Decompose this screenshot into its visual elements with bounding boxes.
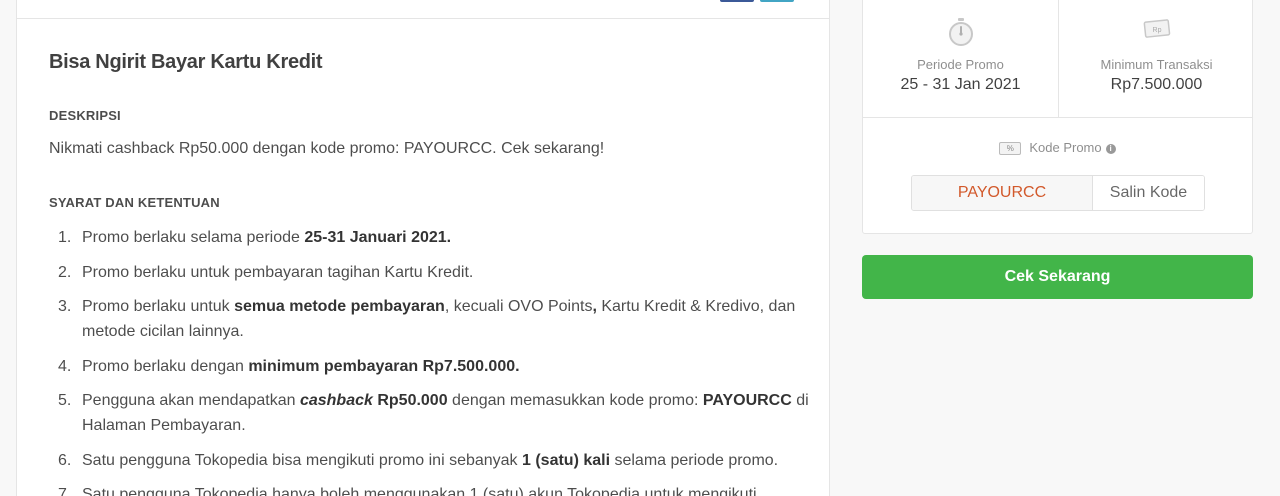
terms-item-number: 4.	[58, 357, 72, 375]
terms-list-item: 4. Promo berlaku dengan minimum pembayara…	[49, 354, 809, 379]
money-icon: Rp	[1143, 17, 1171, 46]
twitter-share-icon[interactable]	[760, 0, 794, 2]
terms-item-text: Promo berlaku untuk	[82, 298, 235, 315]
terms-item-text: selama periode promo.	[610, 451, 779, 469]
info-icon[interactable]: i	[1105, 143, 1116, 154]
terms-item-text: Satu pengguna Tokopedia bisa mengikuti p…	[82, 451, 522, 469]
terms-item-text: 1 (satu) kali	[522, 451, 611, 469]
terms-item-text: Promo berlaku dengan	[82, 357, 249, 375]
info-row: Periode Promo 25 - 31 Jan 2021 Rp Minimu…	[863, 0, 1252, 118]
terms-list-item: 1. Promo berlaku selama periode 25-31 Jan…	[49, 225, 809, 250]
period-value: 25 - 31 Jan 2021	[900, 76, 1021, 93]
terms-list-item: 2. Promo berlaku untuk pembayaran tagihan…	[49, 260, 809, 285]
terms-item-text: Satu pengguna Tokopedia hanya boleh meng…	[82, 486, 757, 496]
period-section: Periode Promo 25 - 31 Jan 2021	[863, 0, 1058, 118]
description-text: Nikmati cashback Rp50.000 dengan kode pr…	[49, 140, 605, 157]
promo-info-card: Periode Promo 25 - 31 Jan 2021 Rp Minimu…	[862, 0, 1253, 234]
min-transaction-label: Minimum Transaksi	[1100, 57, 1213, 72]
terms-list-item: 6. Satu pengguna Tokopedia bisa mengikuti…	[49, 448, 809, 473]
stopwatch-icon	[948, 17, 974, 52]
terms-item-number: 3.	[58, 298, 72, 315]
description-label: DESKRIPSI	[49, 108, 121, 123]
terms-item-text: Rp50.000	[372, 392, 448, 409]
min-transaction-value: Rp7.500.000	[1110, 76, 1203, 93]
check-now-button[interactable]: Cek Sekarang	[862, 255, 1253, 299]
money-icon-text: Rp	[1152, 27, 1161, 34]
terms-item-text: , kecuali OVO Points	[444, 298, 593, 315]
terms-list: 1. Promo berlaku selama periode 25-31 Jan…	[49, 225, 809, 496]
copy-code-button[interactable]: Salin Kode	[1093, 176, 1204, 210]
terms-item-number: 6.	[58, 451, 72, 469]
period-label: Periode Promo	[917, 57, 1004, 72]
facebook-share-icon[interactable]	[720, 0, 754, 2]
terms-list-item: 3. Promo berlaku untuk semua metode pemba…	[49, 294, 809, 344]
terms-item-number: 5.	[58, 392, 72, 409]
terms-list-item: 5. Pengguna akan mendapatkan cashback Rp5…	[49, 388, 809, 438]
terms-item-number: 7.	[58, 486, 72, 496]
terms-item-text: Promo berlaku untuk pembayaran tagihan K…	[82, 263, 474, 281]
terms-item-text: 25-31 Januari 2021.	[304, 229, 452, 246]
terms-item-text: Pengguna akan mendapatkan	[82, 392, 300, 409]
percent-icon: %	[999, 142, 1022, 156]
promo-code-box: PAYOURCC Salin Kode	[911, 175, 1205, 211]
terms-item-number: 2.	[58, 263, 72, 281]
terms-item-number: 1.	[58, 229, 72, 246]
terms-item-text: semua metode pembayaran	[234, 298, 445, 315]
promo-code-label-row: % Kode Promo i	[863, 140, 1252, 156]
terms-item-text: dengan memasukkan kode promo:	[447, 392, 703, 409]
promo-code-value: PAYOURCC	[912, 176, 1093, 210]
min-transaction-section: Rp Minimum Transaksi Rp7.500.000	[1059, 0, 1254, 118]
promo-detail-card: Bisa Ngirit Bayar Kartu Kredit DESKRIPSI…	[16, 0, 830, 496]
promo-title: Bisa Ngirit Bayar Kartu Kredit	[49, 51, 323, 73]
share-strip	[17, 0, 829, 19]
terms-list-item: 7. Satu pengguna Tokopedia hanya boleh me…	[49, 482, 809, 496]
terms-item-text: Promo berlaku selama periode	[82, 229, 305, 246]
terms-item-text: PAYOURCC	[702, 392, 792, 409]
terms-item-text: cashback	[299, 392, 373, 409]
promo-code-label: Kode Promo	[1029, 140, 1102, 155]
terms-item-text: minimum pembayaran Rp7.500.000.	[248, 357, 520, 375]
terms-label: SYARAT DAN KETENTUAN	[49, 195, 220, 210]
